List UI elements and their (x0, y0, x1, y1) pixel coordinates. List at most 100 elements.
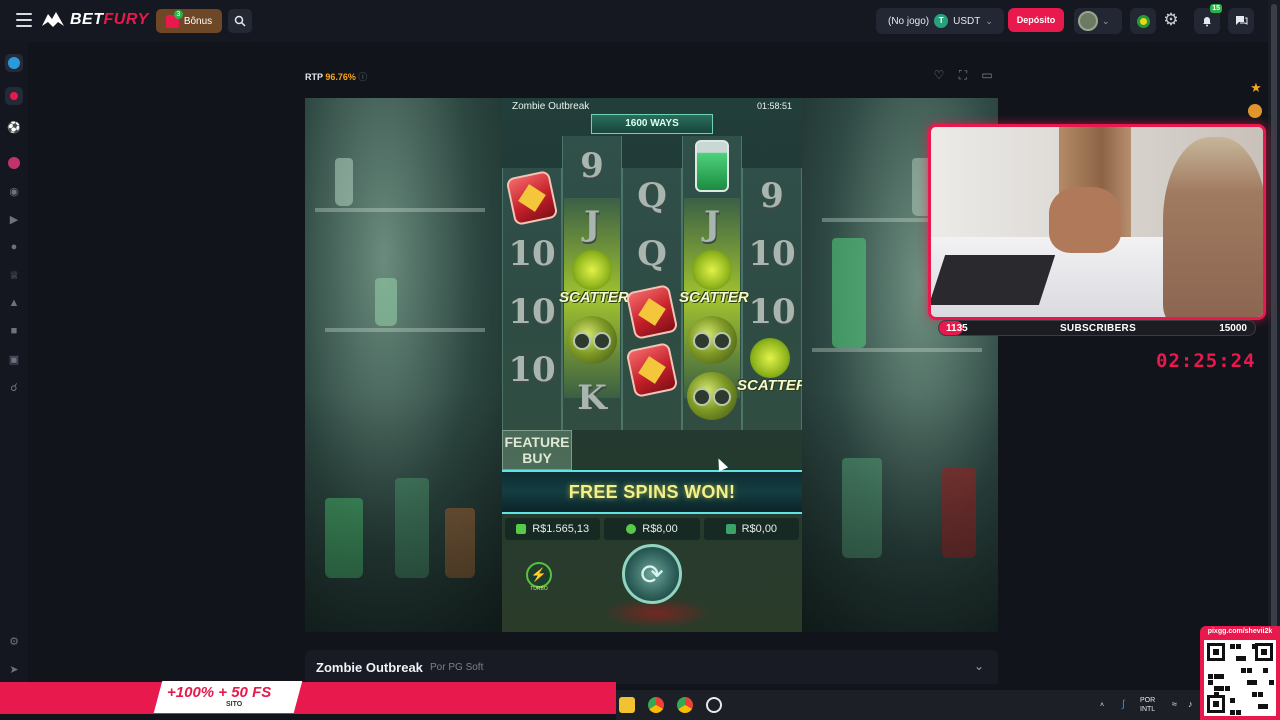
language-button[interactable] (1130, 8, 1156, 34)
favorite-heart-icon[interactable]: ♡ (932, 68, 946, 82)
bonus-button[interactable]: 3 Bônus (156, 9, 222, 33)
slot-clock: 01:58:51 (756, 101, 792, 111)
lottery-icon[interactable] (5, 154, 23, 172)
wallet-currency: USDT (953, 15, 981, 27)
wifi-icon[interactable]: ≈ (1172, 700, 1177, 709)
symbol-k: K (577, 378, 607, 418)
brazil-flag-icon (1136, 14, 1150, 28)
win-stat: R$0,00 (703, 518, 799, 540)
telegram-send-icon[interactable]: ➤ (5, 660, 23, 678)
menu-icon[interactable] (16, 13, 32, 27)
document-icon[interactable]: ▣ (5, 350, 23, 368)
gas-mask-symbol (567, 316, 617, 364)
support-icon[interactable]: ☌ (5, 378, 23, 396)
scatter-symbol: SCATTER (679, 248, 749, 308)
bonus-count-badge: 3 (173, 9, 183, 19)
symbol-ten: 10 (508, 292, 556, 332)
win-banner: FREE SPINS WON! (502, 470, 802, 514)
page-scrollbar[interactable] (1268, 0, 1280, 720)
promotions-icon[interactable]: ◉ (5, 182, 23, 200)
top-bar: BETFURY 3 Bônus (No jogo) T USDT ⌄ Depós… (0, 0, 1268, 42)
gas-mask-symbol (687, 316, 737, 364)
volume-icon[interactable]: ♪ (1188, 700, 1193, 709)
symbol-nine: 9 (580, 146, 604, 186)
feature-buy-button[interactable]: FEATURE BUY (502, 430, 572, 470)
wallet-icon (516, 524, 527, 534)
slot-title: Zombie Outbreak (512, 101, 590, 112)
chevron-down-icon: ⌄ (1102, 15, 1110, 26)
usdt-coin-icon: T (934, 14, 949, 28)
game-info-panel[interactable]: Zombie Outbreak Por PG Soft ⌄ (305, 650, 998, 684)
logo[interactable]: BETFURY (40, 10, 149, 30)
wallet-mode: (No jogo) (888, 15, 930, 27)
bet-stat[interactable]: R$8,00 (604, 518, 700, 540)
lightning-icon: ⚡ (530, 567, 548, 582)
promo-subtext: SITO (226, 701, 243, 708)
scatter-symbol: SCATTER (737, 336, 802, 396)
chrome-profile-icon[interactable] (677, 697, 693, 713)
rtp-indicator: RTP 96.76% ⓘ (305, 70, 367, 83)
chat-button[interactable] (1228, 8, 1254, 34)
theater-mode-icon[interactable]: ▭ (980, 68, 994, 82)
scrollbar-thumb[interactable] (1271, 4, 1277, 654)
keyboard-language[interactable]: POR INTL (1140, 696, 1155, 714)
vip-crown-icon[interactable]: ♕ (5, 266, 23, 284)
chrome-icon[interactable] (648, 697, 664, 713)
referral-icon[interactable]: ● (5, 238, 23, 256)
live-casino-icon[interactable] (5, 87, 23, 105)
tournaments-icon[interactable]: ▲ (5, 294, 23, 312)
subscriber-goal-bar: 1135 SUBSCRIBERS 15000 (938, 320, 1256, 336)
bonus-label: Bônus (183, 15, 213, 27)
win-banner-text: FREE SPINS WON! (568, 482, 736, 502)
chevron-down-icon[interactable]: ⌄ (974, 659, 984, 673)
bluetooth-icon[interactable]: ∫ (1122, 700, 1125, 710)
trophy-win-icon (725, 524, 736, 534)
megaphone-icon[interactable]: ▶ (5, 210, 23, 228)
settings-icon[interactable]: ⚙ (5, 632, 23, 650)
chevron-up-icon[interactable]: ˄ (1100, 701, 1104, 710)
symbol-q: Q (637, 176, 667, 216)
subscriber-label: SUBSCRIBERS (1059, 323, 1137, 334)
promo-banner (0, 682, 616, 714)
turbo-label: TURBO (530, 586, 548, 592)
coin-icon[interactable] (1248, 104, 1262, 118)
language-code: POR (1140, 697, 1156, 704)
symbol-nine: 9 (760, 176, 784, 216)
qr-code (1204, 640, 1276, 716)
search-button[interactable] (228, 9, 252, 33)
fullscreen-icon[interactable]: ⛶ (956, 68, 970, 82)
symbol-ten: 10 (508, 350, 556, 390)
symbol-ten: 10 (508, 234, 556, 274)
game-actions: ♡ ⛶ ▭ (932, 68, 994, 82)
rtp-value: 96.76% (325, 72, 356, 82)
gear-icon[interactable]: ⚙ (1160, 9, 1182, 31)
trophy-icon[interactable]: ★ (1248, 80, 1264, 96)
box-icon[interactable]: ■ (5, 322, 23, 340)
sports-ball-icon[interactable]: ⚽ (5, 118, 23, 136)
game-frame[interactable]: Zombie Outbreak 01:58:51 1600 WAYS 10 10… (305, 98, 998, 632)
telegram-icon[interactable] (5, 54, 23, 72)
deposit-button[interactable]: Depósito (1008, 8, 1064, 32)
qr-url: pixgg.com/shevii2k (1207, 628, 1273, 635)
coins-icon (626, 524, 637, 534)
folder-icon[interactable] (619, 697, 635, 713)
scatter-symbol: SCATTER (559, 248, 629, 308)
wallet-selector[interactable]: (No jogo) T USDT ⌄ (876, 8, 1004, 34)
gas-mask-symbol (687, 372, 737, 420)
slot-machine[interactable]: Zombie Outbreak 01:58:51 1600 WAYS 10 10… (502, 98, 802, 632)
turbo-button[interactable]: ⚡ TURBO (526, 562, 552, 592)
logo-bet-text: BET (70, 11, 104, 28)
webcam-overlay (928, 124, 1266, 320)
obs-icon[interactable] (706, 697, 722, 713)
ways-banner: 1600 WAYS (591, 114, 713, 134)
info-icon[interactable]: ⓘ (358, 72, 367, 82)
bet-value: R$8,00 (642, 523, 678, 535)
os-taskbar: ˄ ∫ POR INTL ≈ ♪ (616, 690, 1200, 720)
left-sidebar: ⚽ ◉ ▶ ● ♕ ▲ ■ ▣ ☌ ⚙ ➤ (0, 42, 28, 682)
win-value: R$0,00 (741, 523, 778, 535)
spin-button[interactable]: ⟳ (622, 544, 682, 604)
notifications-button[interactable]: 15 (1194, 4, 1222, 34)
chevron-down-icon: ⌄ (985, 15, 993, 26)
serum-vial-symbol (695, 140, 729, 192)
profile-menu[interactable]: ⌄ (1074, 8, 1122, 34)
